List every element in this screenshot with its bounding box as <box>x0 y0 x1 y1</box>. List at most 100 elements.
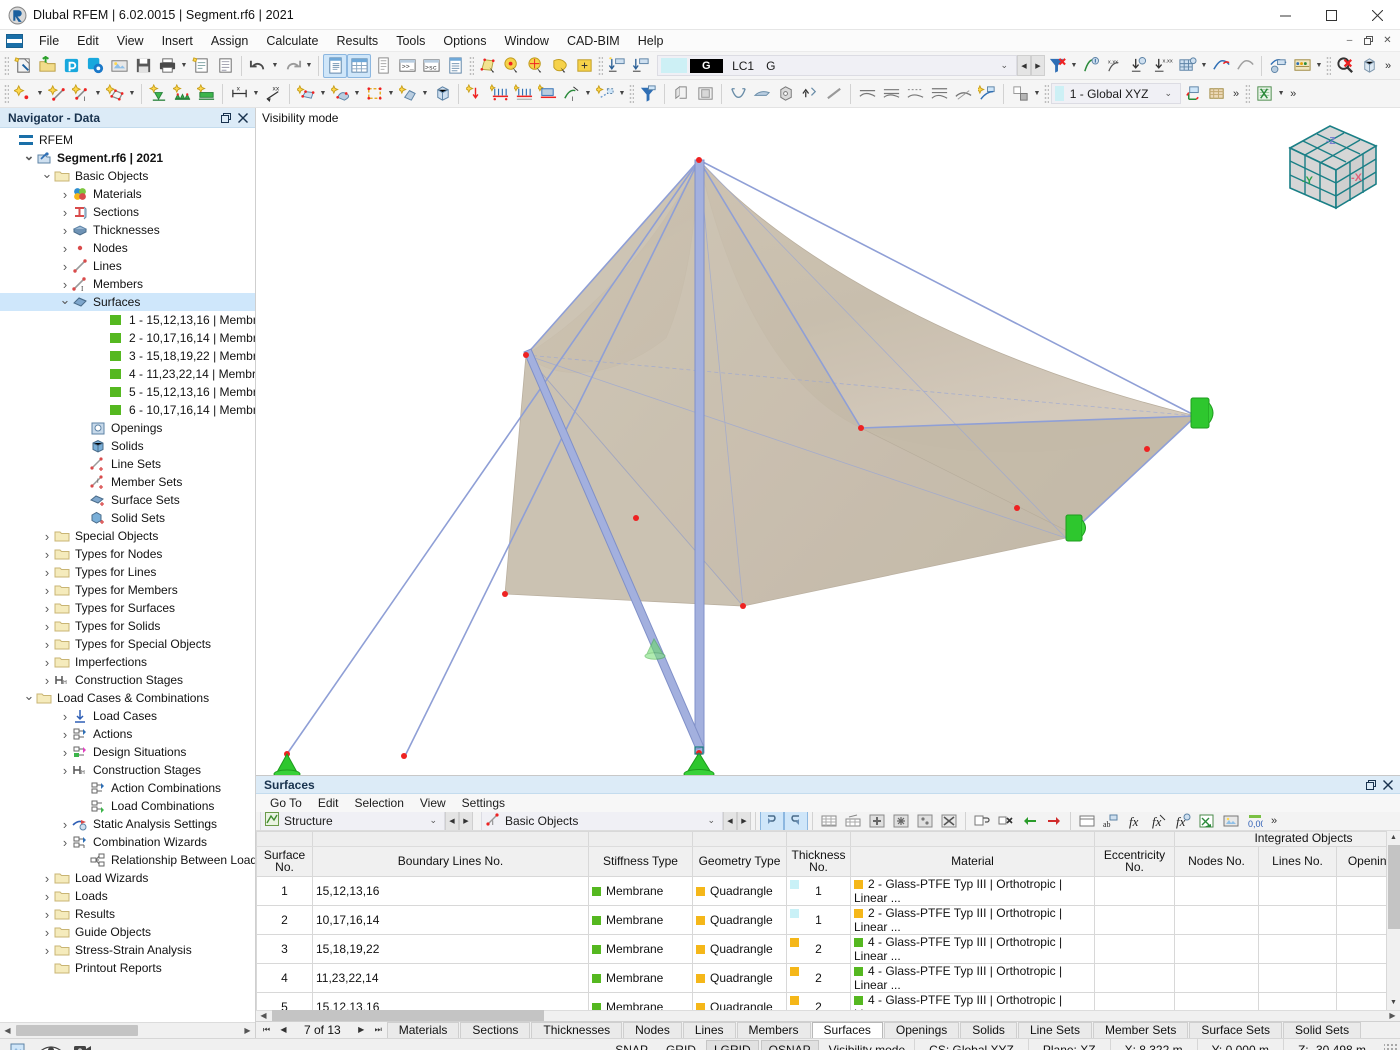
chevron-right-icon[interactable]: › <box>58 833 72 851</box>
cell-lines-no[interactable] <box>1258 875 1337 906</box>
table-layout-icon[interactable] <box>1075 812 1099 830</box>
cell-openings-no[interactable] <box>1335 991 1386 1010</box>
data-panel-button[interactable] <box>371 54 395 78</box>
cell-nodes-no[interactable] <box>1174 933 1259 964</box>
surface-load-icon[interactable] <box>511 82 535 106</box>
tab-sections[interactable]: Sections <box>460 1021 531 1038</box>
table-panel-float-button[interactable] <box>1362 776 1379 793</box>
tab-solids[interactable]: Solids <box>960 1021 1017 1038</box>
calculation-dropdown-arrow[interactable]: ▼ <box>1314 55 1324 77</box>
tab-materials[interactable]: Materials <box>386 1021 460 1038</box>
camera-icon[interactable] <box>68 1040 98 1050</box>
show-support-reactions-icon[interactable] <box>1127 54 1151 78</box>
tab-nodes[interactable]: Nodes <box>623 1021 682 1038</box>
cell-material[interactable]: 2 - Glass-PTFE Typ III | Orthotropic | L… <box>850 875 1095 906</box>
show-loads-icon[interactable] <box>605 54 629 78</box>
new-solid-set-icon[interactable] <box>430 82 454 106</box>
tree-item-construction-stages[interactable]: › н Construction Stages <box>0 761 255 779</box>
table-move-left-icon[interactable] <box>1018 812 1042 830</box>
tree-item-stress-strain-analysis[interactable]: › Stress-Strain Analysis <box>0 941 255 959</box>
tree-item-2-10-17-16-14-membrane-c[interactable]: 2 - 10,17,16,14 | Membrane | C <box>0 329 255 347</box>
mesh-display-icon[interactable] <box>1008 82 1032 106</box>
chevron-right-icon[interactable]: › <box>58 707 72 725</box>
cell-geometry-type[interactable]: Quadrangle <box>692 904 787 935</box>
print-dropdown-arrow[interactable]: ▼ <box>179 55 189 77</box>
table-menu-goto[interactable]: Go To <box>262 794 310 812</box>
tree-item-5-15-12-13-16-membrane-c[interactable]: 5 - 15,12,13,16 | Membrane | C <box>0 383 255 401</box>
select-in-table-icon[interactable] <box>784 812 808 830</box>
line-set-dropdown-arrow[interactable]: ▼ <box>386 83 396 105</box>
calculation-diagram-icon[interactable] <box>1290 54 1314 78</box>
cell-nodes-no[interactable] <box>1174 991 1259 1010</box>
tree-item-combination-wizards[interactable]: › Combination Wizards <box>0 833 255 851</box>
cell-openings-no[interactable] <box>1335 933 1386 964</box>
console-button[interactable]: >>_ <box>395 54 419 78</box>
chevron-right-icon[interactable]: › <box>40 671 54 689</box>
menu-assign[interactable]: Assign <box>202 31 258 51</box>
toolbar-grip[interactable] <box>1245 83 1251 104</box>
grid-dropdown-arrow[interactable]: ▼ <box>1199 55 1209 77</box>
navigation-cube[interactable]: -Y -X -Z <box>1278 116 1388 217</box>
app-menu-icon[interactable] <box>6 33 23 48</box>
table-menu-selection[interactable]: Selection <box>347 794 412 812</box>
menu-cad-bim[interactable]: CAD-BIM <box>558 31 629 51</box>
menu-options[interactable]: Options <box>434 31 495 51</box>
print-button[interactable] <box>155 54 179 78</box>
cell-stiffness-type[interactable]: Membrane <box>588 904 693 935</box>
load-case-prev-button[interactable]: ◀ <box>1017 55 1031 76</box>
chevron-right-icon[interactable]: › <box>40 527 54 545</box>
new-member-icon[interactable]: I <box>69 82 93 106</box>
tree-item-load-wizards[interactable]: › Load Wizards <box>0 869 255 887</box>
cell-boundary-lines[interactable]: 15,18,19,22 <box>312 933 589 964</box>
hscroll-right-arrow[interactable]: ▶ <box>240 1026 255 1035</box>
show-grid-icon[interactable] <box>1175 54 1199 78</box>
tab-solid-sets[interactable]: Solid Sets <box>1283 1021 1362 1038</box>
last-page-button[interactable]: ⏭ <box>370 1022 387 1038</box>
tree-item-4-11-23-22-14-membrane-c[interactable]: 4 - 11,23,22,14 | Membrane | C <box>0 365 255 383</box>
work-plane-icon[interactable] <box>1205 82 1229 106</box>
tree-item-nodes[interactable]: › Nodes <box>0 239 255 257</box>
structure-prev-button[interactable]: ◀ <box>445 812 459 830</box>
cell-nodes-no[interactable] <box>1174 962 1259 993</box>
chevron-right-icon[interactable]: › <box>58 185 72 203</box>
solid-dropdown-arrow[interactable]: ▼ <box>318 83 328 105</box>
cell-thickness-no[interactable]: 2 <box>786 962 851 993</box>
tree-item-design-situations[interactable]: › Design Situations <box>0 743 255 761</box>
cell-thickness-no[interactable]: 1 <box>786 875 851 906</box>
select-range-icon[interactable] <box>572 54 596 78</box>
support-values-icon[interactable]: x.xx <box>1151 54 1175 78</box>
objects-next-button[interactable]: ▶ <box>737 812 751 830</box>
table-formula-delete-icon[interactable]: fx <box>1147 812 1171 830</box>
tree-item-static-analysis-settings[interactable]: › Static Analysis Settings <box>0 815 255 833</box>
tree-item-types-for-surfaces[interactable]: › Types for Surfaces <box>0 599 255 617</box>
display-annotation-icon[interactable] <box>975 82 999 106</box>
tree-item-relationship-between-load-case[interactable]: Relationship Between Load Case <box>0 851 255 869</box>
new-surface-support-icon[interactable] <box>194 82 218 106</box>
grid-hscrollbar[interactable]: ◀ ▶ <box>256 1009 1400 1022</box>
tree-item-sections[interactable]: › Sections <box>0 203 255 221</box>
cell-openings-no[interactable] <box>1335 904 1386 935</box>
cell-stiffness-type[interactable]: Membrane <box>588 933 693 964</box>
new-solid-icon[interactable] <box>294 82 318 106</box>
vscroll-down-arrow[interactable]: ▼ <box>1386 995 1400 1010</box>
undo-button[interactable] <box>246 54 270 78</box>
cell-lines-no[interactable] <box>1258 904 1337 935</box>
table-insert-row-icon[interactable] <box>865 812 889 830</box>
surfaces-table-body[interactable]: 1 15,12,13,16 Membrane Quadrangle 1 2 - Glass… <box>256 875 1386 1010</box>
table-filter-rows-icon[interactable] <box>841 812 865 830</box>
chevron-right-icon[interactable]: › <box>40 599 54 617</box>
tree-item-types-for-special-objects[interactable]: › Types for Special Objects <box>0 635 255 653</box>
osnap-toggle[interactable]: OSNAP <box>760 1039 819 1050</box>
toolbar2-overflow-button[interactable]: » <box>1286 88 1300 100</box>
grid-toggle[interactable]: GRID <box>658 1040 704 1050</box>
eye-icon[interactable] <box>36 1040 66 1050</box>
tree-item-materials[interactable]: › Materials <box>0 185 255 203</box>
vscroll-up-arrow[interactable]: ▲ <box>1386 830 1400 845</box>
chevron-right-icon[interactable]: › <box>58 221 72 239</box>
cell-material[interactable]: 4 - Glass-PTFE Typ III | Orthotropic | L… <box>850 962 1095 993</box>
navigator-float-button[interactable] <box>217 109 234 126</box>
export-dropdown-arrow[interactable]: ▼ <box>1276 83 1286 105</box>
cell-stiffness-type[interactable]: Membrane <box>588 875 693 906</box>
new-line-support-icon[interactable] <box>170 82 194 106</box>
table-merge-icon[interactable] <box>913 812 937 830</box>
